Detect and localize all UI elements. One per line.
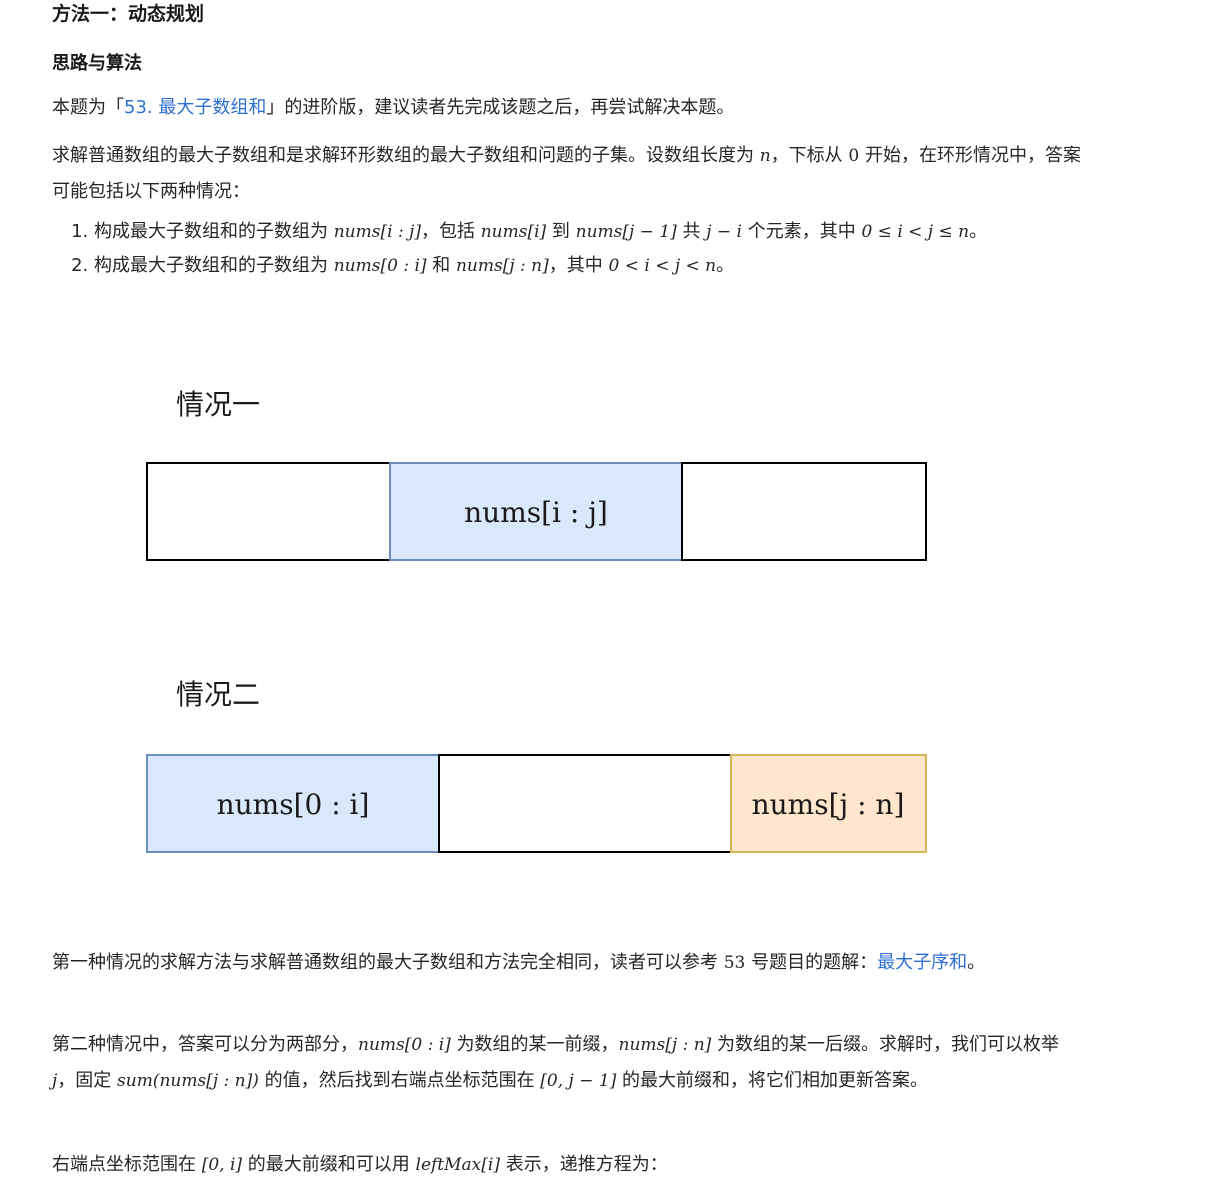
case-one-left-box [146,462,391,561]
case-one-middle-label: nums[i : j] [464,496,608,529]
case-two-middle-box [438,754,732,853]
case-one-title: 情况一 [176,389,260,420]
case-two-right-label: nums[j : n] [752,788,905,821]
case-one-right-box [681,462,927,561]
case-two-left-label: nums[0 : i] [217,788,370,821]
cases-diagram: 情况一 nums[i : j] 情况二 nums[0 : i] nums[j :… [146,389,927,853]
case-two-title: 情况二 [176,679,260,710]
